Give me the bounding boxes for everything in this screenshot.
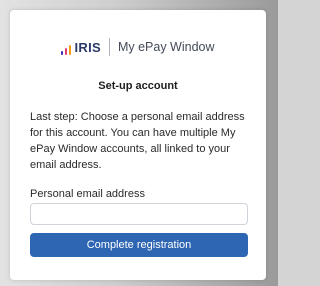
iris-logo: IRIS: [61, 39, 101, 55]
brand-header: IRIS My ePay Window: [10, 36, 266, 58]
dialog-title: Set-up account: [98, 80, 178, 92]
setup-account-dialog: IRIS My ePay Window Set-up account Last …: [10, 10, 266, 280]
logo-bars-icon: [61, 44, 72, 55]
logo-bar-short: [61, 51, 64, 55]
logo-bar-medium: [65, 48, 68, 55]
product-name: My ePay Window: [117, 40, 215, 54]
logo-bar-tall: [69, 45, 72, 55]
email-field-label: Personal email address: [30, 188, 145, 200]
complete-registration-button[interactable]: Complete registration: [30, 233, 248, 257]
logo-text: IRIS: [74, 40, 101, 55]
dialog-description: Last step: Choose a personal email addre…: [30, 111, 245, 171]
email-field[interactable]: [30, 203, 248, 225]
brand-divider: [108, 38, 110, 56]
